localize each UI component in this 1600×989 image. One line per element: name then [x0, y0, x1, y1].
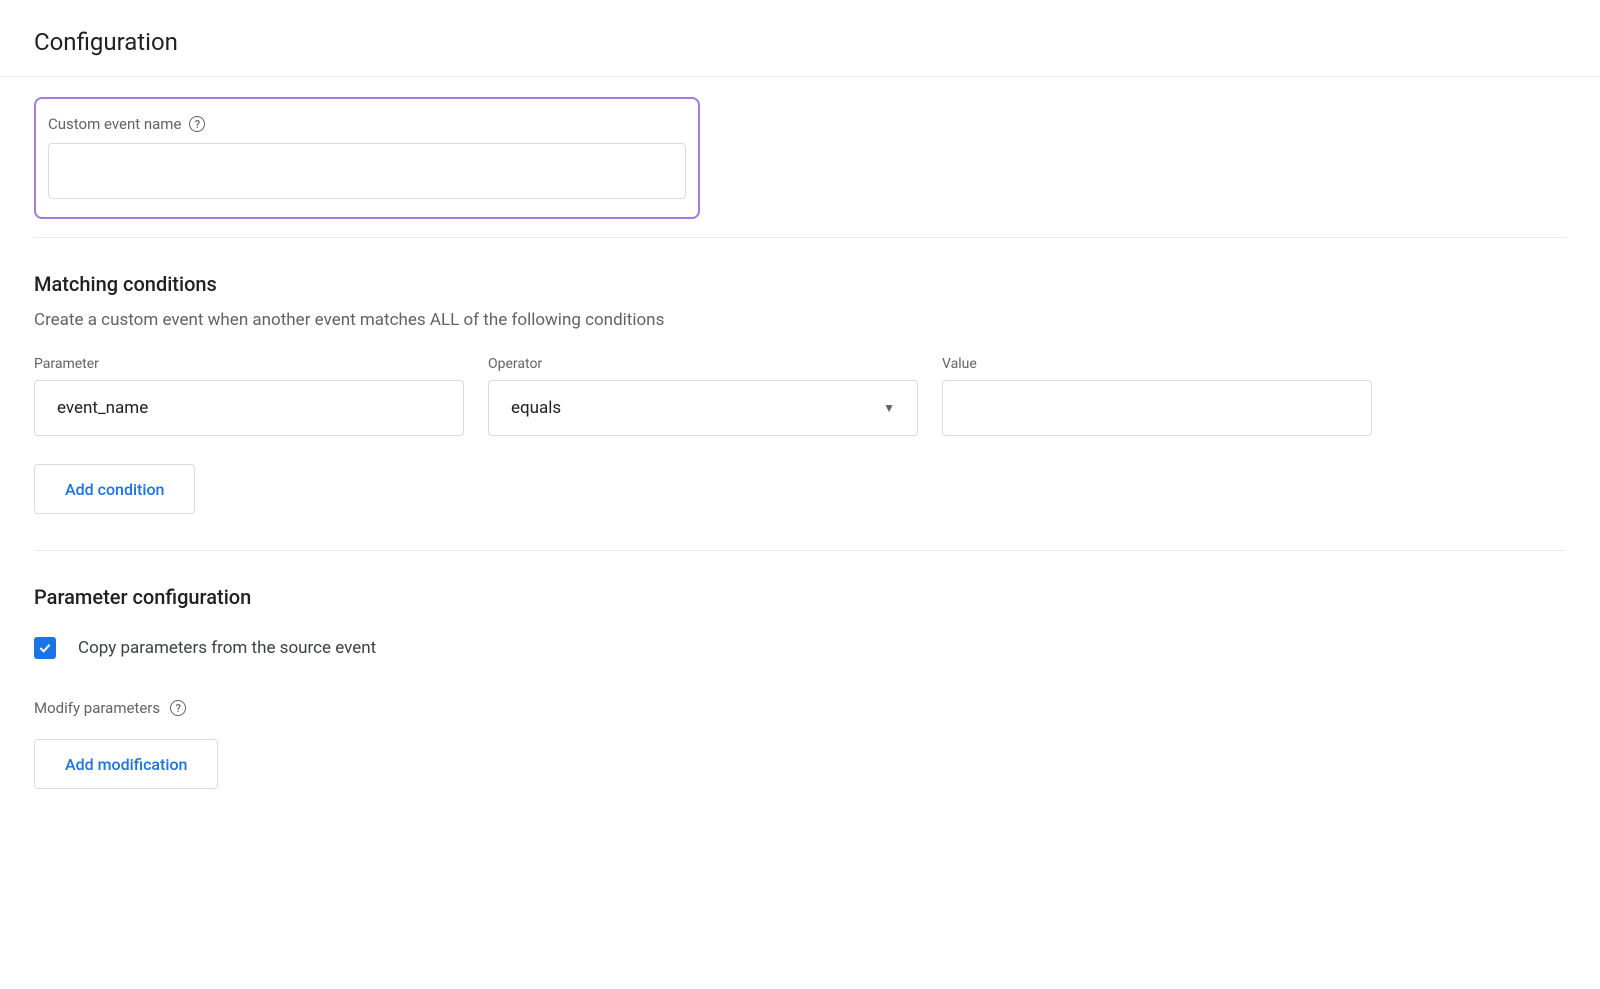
help-icon[interactable]: ?	[189, 116, 205, 132]
condition-row: Parameter Operator equals ▼ Value	[34, 356, 1566, 436]
parameter-column: Parameter	[34, 356, 464, 436]
modify-parameters-label: Modify parameters	[34, 699, 160, 717]
help-icon[interactable]: ?	[170, 700, 186, 716]
operator-column-label: Operator	[488, 356, 918, 372]
operator-select[interactable]: equals ▼	[488, 380, 918, 436]
parameter-column-label: Parameter	[34, 356, 464, 372]
custom-event-name-input[interactable]	[48, 143, 686, 199]
page-title: Configuration	[0, 0, 1600, 76]
operator-selected-value: equals	[511, 398, 561, 418]
modify-parameters-row: Modify parameters ?	[34, 699, 1566, 717]
copy-parameters-checkbox[interactable]	[34, 637, 56, 659]
section-divider	[34, 550, 1566, 551]
custom-event-label-row: Custom event name ?	[48, 115, 686, 133]
matching-conditions-description: Create a custom event when another event…	[34, 310, 1566, 330]
value-input[interactable]	[942, 380, 1372, 436]
add-modification-button[interactable]: Add modification	[34, 739, 218, 789]
add-condition-button[interactable]: Add condition	[34, 464, 195, 514]
matching-conditions-heading: Matching conditions	[34, 272, 1566, 296]
custom-event-name-highlight: Custom event name ?	[34, 97, 700, 219]
value-column: Value	[942, 356, 1372, 436]
custom-event-name-label: Custom event name	[48, 115, 181, 133]
section-divider	[34, 237, 1566, 238]
copy-parameters-row: Copy parameters from the source event	[34, 637, 1566, 659]
parameter-configuration-heading: Parameter configuration	[34, 585, 1566, 609]
checkmark-icon	[37, 640, 53, 656]
chevron-down-icon: ▼	[883, 401, 895, 415]
operator-column: Operator equals ▼	[488, 356, 918, 436]
value-column-label: Value	[942, 356, 1372, 372]
content-area: Custom event name ? Matching conditions …	[0, 77, 1600, 829]
parameter-input[interactable]	[34, 380, 464, 436]
copy-parameters-label: Copy parameters from the source event	[78, 638, 376, 658]
